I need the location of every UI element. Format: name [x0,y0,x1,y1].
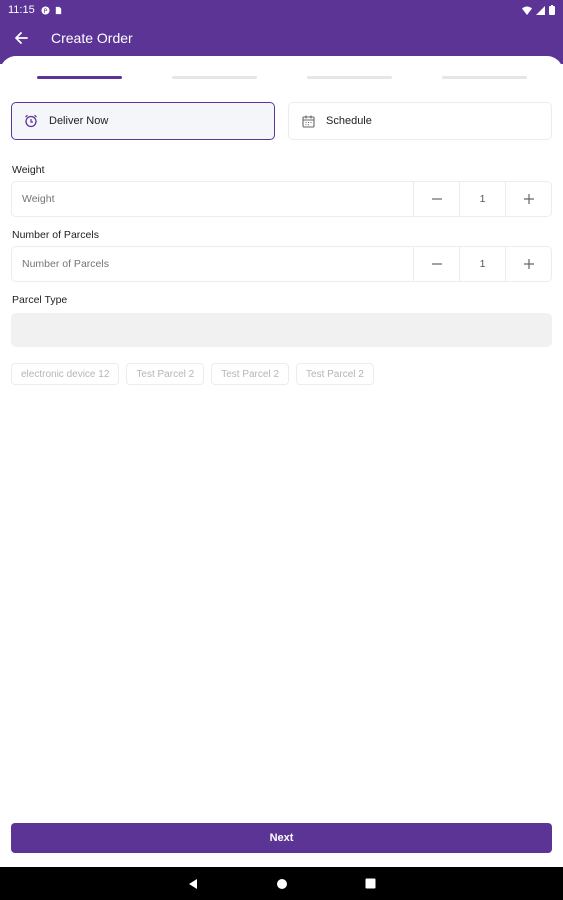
weight-value: 1 [459,182,505,216]
back-button[interactable] [1,28,41,48]
weight-increment-button[interactable] [505,182,551,216]
weight-decrement-button[interactable] [413,182,459,216]
content-sheet: Deliver Now Schedule Weight 1 Number of … [0,56,563,867]
parcels-label: Number of Parcels [12,229,99,241]
square-recents-icon [365,878,376,889]
nav-home-button[interactable] [275,877,289,891]
parcel-type-chip[interactable]: Test Parcel 2 [211,363,290,385]
notification-icon: P [41,5,50,14]
deliver-now-button[interactable]: Deliver Now [11,102,275,140]
battery-icon [549,5,555,15]
alarm-clock-icon [23,113,39,129]
progress-step-4 [442,76,527,79]
progress-step-2 [172,76,257,79]
system-nav-bar [0,867,563,900]
progress-steps [37,76,527,80]
parcels-input[interactable] [12,247,413,281]
parcel-type-chip[interactable]: Test Parcel 2 [296,363,374,385]
schedule-label: Schedule [326,115,372,127]
progress-step-1 [37,76,122,79]
parcel-type-chip[interactable]: Test Parcel 2 [126,363,205,385]
sim-card-icon [55,6,61,14]
weight-label: Weight [12,164,45,176]
nav-back-button[interactable] [186,877,200,891]
signal-icon [536,5,545,15]
status-bar: 11:15 P [0,0,563,20]
parcel-type-select[interactable] [11,313,552,347]
plus-icon [523,259,534,269]
status-time: 11:15 [8,4,35,16]
deliver-now-label: Deliver Now [49,115,109,127]
delivery-mode-toggle: Deliver Now Schedule [11,102,552,140]
parcels-field: 1 [11,246,552,282]
arrow-left-icon [15,32,28,44]
parcels-decrement-button[interactable] [413,247,459,281]
schedule-button[interactable]: Schedule [288,102,552,140]
nav-recents-button[interactable] [364,877,378,891]
calendar-icon [300,113,316,129]
parcel-type-label: Parcel Type [12,294,68,306]
parcel-type-chips: electronic device 12 Test Parcel 2 Test … [11,363,374,385]
svg-text:P: P [43,7,47,14]
parcels-value: 1 [459,247,505,281]
circle-home-icon [276,878,287,889]
parcels-increment-button[interactable] [505,247,551,281]
progress-step-3 [307,76,392,79]
weight-input[interactable] [12,182,413,216]
minus-icon [431,198,442,200]
wifi-icon [522,6,532,15]
triangle-back-icon [188,878,197,889]
minus-icon [431,263,442,265]
weight-field: 1 [11,181,552,217]
plus-icon [523,194,534,204]
page-title: Create Order [51,30,133,46]
parcel-type-chip[interactable]: electronic device 12 [11,363,120,385]
next-button[interactable]: Next [11,823,552,853]
